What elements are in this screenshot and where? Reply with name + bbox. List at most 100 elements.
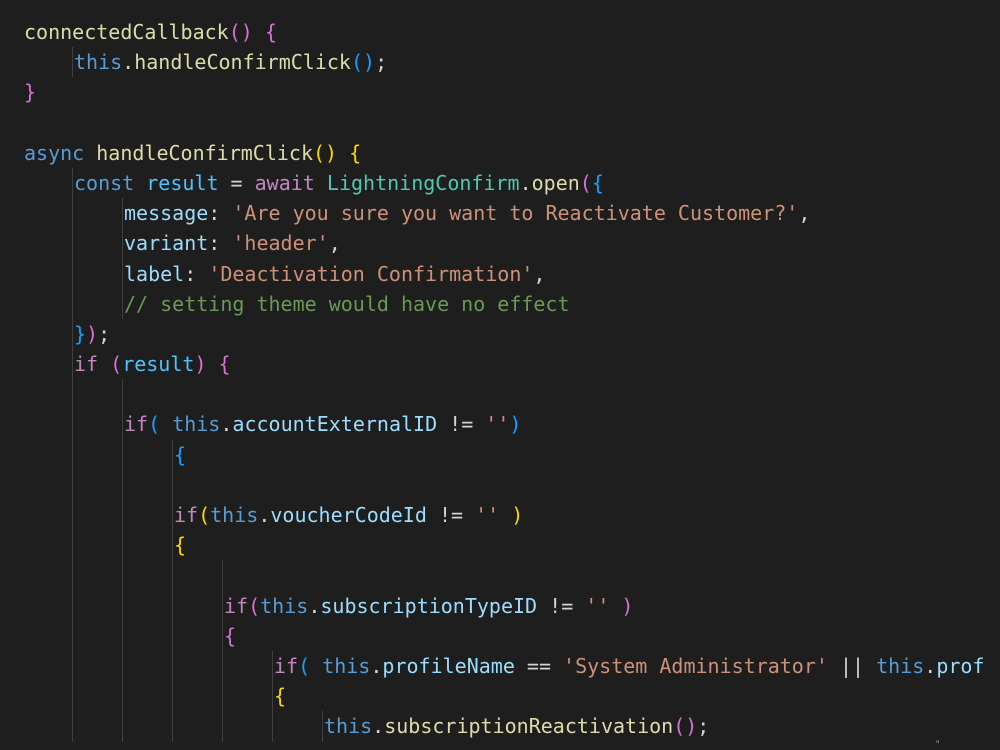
- code-token: {: [224, 623, 237, 648]
- indent-guide: [172, 681, 173, 712]
- code-token: (): [673, 714, 698, 739]
- code-token: // setting theme would have no effect: [124, 291, 570, 316]
- code-token: :: [208, 201, 233, 226]
- code-editor[interactable]: connectedCallback() {this.handleConfirmC…: [0, 0, 1000, 750]
- code-line[interactable]: [0, 469, 1000, 500]
- code-line[interactable]: if(this.voucherCodeId != '' ): [0, 500, 1000, 531]
- code-token: !=: [437, 412, 486, 437]
- code-line[interactable]: [0, 108, 1000, 138]
- code-token: result: [122, 352, 195, 377]
- code-line[interactable]: if (result) {: [0, 349, 1000, 380]
- indent-guide: [322, 711, 323, 742]
- code-token: .: [258, 503, 271, 527]
- code-token: (: [110, 352, 123, 377]
- code-token: handleConfirmClick: [96, 140, 314, 165]
- code-token: 'header': [232, 231, 329, 256]
- code-line[interactable]: if( this.accountExternalID != ''): [0, 409, 1000, 440]
- code-token: {: [591, 170, 604, 195]
- indent-guide: [172, 439, 173, 470]
- code-line[interactable]: if(this.subscriptionTypeID != '' ): [0, 590, 1000, 621]
- code-line[interactable]: [0, 379, 1000, 410]
- indent-guide: [122, 681, 123, 712]
- code-token: :: [208, 231, 233, 256]
- indent-guide: [72, 439, 73, 470]
- code-token: this: [322, 653, 371, 678]
- indent-guide: [172, 530, 173, 561]
- code-token: result: [146, 170, 219, 195]
- indent-guide: [122, 469, 123, 500]
- code-line[interactable]: {: [0, 439, 1000, 470]
- code-token: {: [174, 442, 187, 467]
- indent-guide: [272, 711, 273, 742]
- code-token: subscriptionReactivation: [384, 714, 674, 739]
- code-line[interactable]: [0, 560, 1000, 591]
- code-line[interactable]: variant: 'header',: [0, 228, 1000, 259]
- code-line[interactable]: message: 'Are you sure you want to React…: [0, 198, 1000, 229]
- indent-guide: [122, 560, 123, 591]
- code-text: variant: 'header',: [124, 228, 341, 258]
- indent-guide: [122, 711, 123, 742]
- indent-guide: [122, 530, 123, 561]
- code-line[interactable]: });: [0, 318, 1000, 350]
- code-token: await: [254, 170, 315, 195]
- code-line[interactable]: label: 'Deactivation Confirmation',: [0, 258, 1000, 289]
- code-token: !=: [426, 503, 476, 527]
- indent-guide: [172, 469, 173, 500]
- code-token: {: [218, 352, 231, 377]
- code-text: if(this.subscriptionTypeID != '' ): [224, 591, 633, 621]
- indent-guide: [122, 228, 123, 259]
- indent-guide: [72, 560, 73, 591]
- code-token: (): [350, 50, 376, 75]
- indent-guide: [72, 620, 73, 651]
- code-line[interactable]: async handleConfirmClick() {: [0, 138, 1000, 168]
- code-token: {: [264, 20, 277, 44]
- code-line[interactable]: {: [0, 620, 1000, 651]
- code-text: const result = await LightningConfirm.op…: [74, 168, 604, 198]
- code-token: '': [485, 412, 510, 437]
- code-line[interactable]: const result = await LightningConfirm.op…: [0, 167, 1000, 199]
- indent-guides: [0, 469, 1000, 500]
- indent-guides: [0, 439, 1000, 470]
- code-line[interactable]: this.handleConfirmClick();: [0, 47, 1000, 78]
- code-token: .: [308, 593, 321, 618]
- code-line[interactable]: {: [0, 681, 1000, 712]
- code-token: 'System Administrator': [563, 653, 828, 678]
- code-text: if (result) {: [74, 349, 231, 379]
- code-text: message: 'Are you sure you want to React…: [124, 198, 810, 228]
- code-text: {: [174, 530, 186, 560]
- indent-guide: [172, 560, 173, 591]
- indent-guide: [122, 439, 123, 470]
- code-text: // setting theme would have no effect: [124, 289, 570, 319]
- code-text: this.handleConfirmClick();: [74, 47, 387, 77]
- code-token: ): [86, 321, 99, 346]
- code-area[interactable]: connectedCallback() {this.handleConfirmC…: [0, 17, 1000, 742]
- code-token: ): [511, 503, 524, 527]
- code-line[interactable]: connectedCallback() {: [0, 17, 1000, 47]
- code-text: this.subscriptionReactivation();: [324, 711, 709, 741]
- code-line[interactable]: }: [0, 77, 1000, 107]
- indent-guide: [122, 288, 123, 319]
- indent-guide: [72, 318, 73, 350]
- indent-guide: [72, 530, 73, 561]
- indent-guide: [272, 681, 273, 712]
- code-token: }: [24, 80, 37, 105]
- code-token: if: [174, 503, 199, 527]
- indent-guide: [72, 349, 73, 380]
- code-line[interactable]: {: [0, 530, 1000, 561]
- code-line[interactable]: if( this.profileName == 'System Administ…: [0, 650, 1000, 682]
- code-token: if: [124, 412, 149, 437]
- indent-guide: [72, 258, 73, 289]
- code-token: connectedCallback: [24, 20, 229, 44]
- indent-guide: [172, 590, 173, 621]
- code-token: (: [579, 170, 592, 195]
- code-line[interactable]: // setting theme would have no effect: [0, 288, 1000, 319]
- indent-guide: [122, 409, 123, 440]
- indent-guide: [222, 650, 223, 682]
- code-token: !=: [537, 593, 586, 618]
- code-token: ): [509, 412, 522, 437]
- code-line[interactable]: this.subscriptionReactivation();: [0, 711, 1000, 742]
